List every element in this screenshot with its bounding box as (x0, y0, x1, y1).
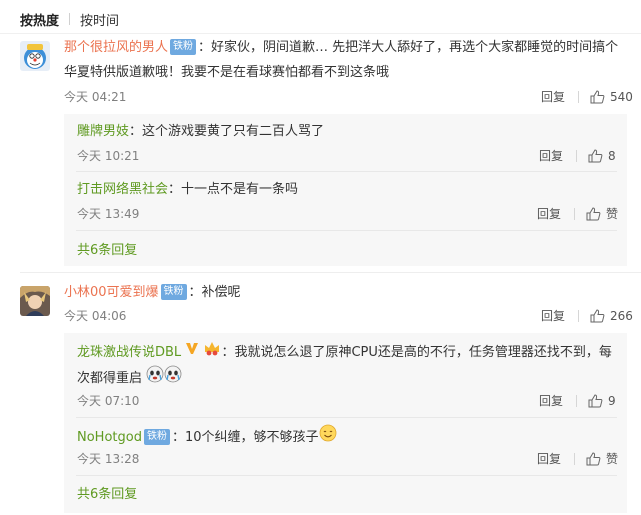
avatar[interactable] (20, 286, 50, 316)
reply-body: ：这个游戏要黄了只有二百人骂了 (129, 124, 325, 139)
like-count: 8 (608, 149, 616, 163)
like-count: 540 (610, 90, 633, 104)
like-count: 266 (610, 309, 633, 323)
thumbs-up-icon (590, 309, 605, 323)
comment-text: 小林00可爱到爆 铁粉 ：补偿呢 (64, 283, 241, 303)
reply-username[interactable]: 龙珠激战传说DBL (77, 345, 181, 360)
comment-timestamp: 今天 04:06 (64, 309, 127, 323)
like-button[interactable]: 9 (588, 392, 616, 410)
thumbs-up-icon (590, 90, 605, 104)
reply-text: 雕牌男妓：这个游戏要黄了只有二百人骂了 (77, 122, 324, 142)
reply-username[interactable]: NoHotgod (77, 430, 142, 445)
comment-username[interactable]: 那个很拉风的男人 (64, 40, 168, 55)
fan-badge[interactable]: 铁粉 (160, 283, 187, 300)
crown-icon (203, 340, 221, 363)
like-button[interactable]: 266 (590, 307, 633, 325)
like-button[interactable]: 赞 (586, 205, 618, 223)
thumbs-up-icon (586, 207, 601, 221)
sort-bar: 按热度 按时间 (20, 8, 119, 30)
reply-text: NoHotgod 铁粉 ：10个纠缠，够不够孩子 (77, 424, 337, 450)
divider (76, 475, 617, 476)
reply-timestamp: 今天 13:28 (77, 452, 140, 466)
divider (0, 33, 641, 34)
reply-button[interactable]: 回复 (539, 147, 563, 165)
reply-text-line2: 次都得重启 (77, 365, 182, 391)
comment-body: ：好家伙，阴间道歉… 先把洋大人舔好了，再选个大家都睡觉的时间搞个 (198, 40, 619, 55)
reply-body: ：10个纠缠，够不够孩子 (171, 430, 319, 445)
like-label: 赞 (606, 452, 619, 466)
sort-by-hot-tab[interactable]: 按热度 (20, 10, 59, 29)
fan-badge[interactable]: 铁粉 (170, 38, 197, 55)
view-all-replies-link[interactable]: 共6条回复 (77, 485, 137, 505)
verified-v-icon (185, 341, 199, 362)
reply-body: ：我就说怎么退了原神CPU还是高的不行，任务管理器还找不到，每 (221, 345, 612, 360)
action-separator (574, 208, 575, 220)
thumbs-up-icon (588, 149, 603, 163)
reply-button[interactable]: 回复 (537, 205, 561, 223)
action-separator (576, 395, 577, 407)
reply-timestamp: 今天 13:49 (77, 207, 140, 221)
action-separator (574, 453, 575, 465)
reply-timestamp: 今天 10:21 (77, 149, 140, 163)
sort-by-time-tab[interactable]: 按时间 (80, 10, 119, 29)
reply-timestamp: 今天 07:10 (77, 394, 140, 408)
reply-username[interactable]: 打击网络黑社会 (77, 182, 168, 197)
like-button[interactable]: 8 (588, 147, 616, 165)
reply-button[interactable]: 回复 (541, 307, 565, 325)
crying-face-icon (146, 365, 164, 390)
fan-badge[interactable]: 铁粉 (143, 428, 170, 445)
reply-body: ：十一点不是有一条吗 (168, 182, 299, 197)
reply-body-line2: 次都得重启 (77, 371, 143, 386)
like-label: 赞 (606, 207, 619, 221)
reply-text: 打击网络黑社会：十一点不是有一条吗 (77, 180, 298, 200)
crying-face-icon (164, 365, 182, 390)
comment-text: 那个很拉风的男人 铁粉 ：好家伙，阴间道歉… 先把洋大人舔好了，再选个大家都睡觉的时… (64, 38, 618, 58)
like-count: 9 (608, 394, 616, 408)
reply-username[interactable]: 雕牌男妓 (77, 124, 129, 139)
action-separator (578, 310, 579, 322)
divider (76, 230, 617, 231)
comment-text-line2: 华夏特供版道歉哦！我要不是在看球赛怕都看不到这条哦 (64, 65, 390, 80)
comment-username[interactable]: 小林00可爱到爆 (64, 285, 159, 300)
thumbs-up-icon (588, 394, 603, 408)
reply-button[interactable]: 回复 (539, 392, 563, 410)
action-separator (576, 150, 577, 162)
divider (76, 417, 617, 418)
divider (76, 171, 617, 172)
smiling-face-icon (319, 424, 337, 449)
sort-separator (69, 13, 71, 25)
reply-text: 龙珠激战传说DBL ：我就说怎么退了原神CPU还是高的不行，任务管理器还找不到，… (77, 341, 612, 364)
reply-button[interactable]: 回复 (541, 88, 565, 106)
action-separator (578, 91, 579, 103)
thumbs-up-icon (586, 452, 601, 466)
like-button[interactable]: 540 (590, 88, 633, 106)
like-button[interactable]: 赞 (586, 450, 618, 468)
comment-timestamp: 今天 04:21 (64, 90, 127, 104)
comment-body: ：补偿呢 (188, 285, 241, 300)
view-all-replies-link[interactable]: 共6条回复 (77, 241, 137, 261)
reply-button[interactable]: 回复 (537, 450, 561, 468)
divider (20, 272, 641, 273)
avatar[interactable] (20, 41, 50, 71)
